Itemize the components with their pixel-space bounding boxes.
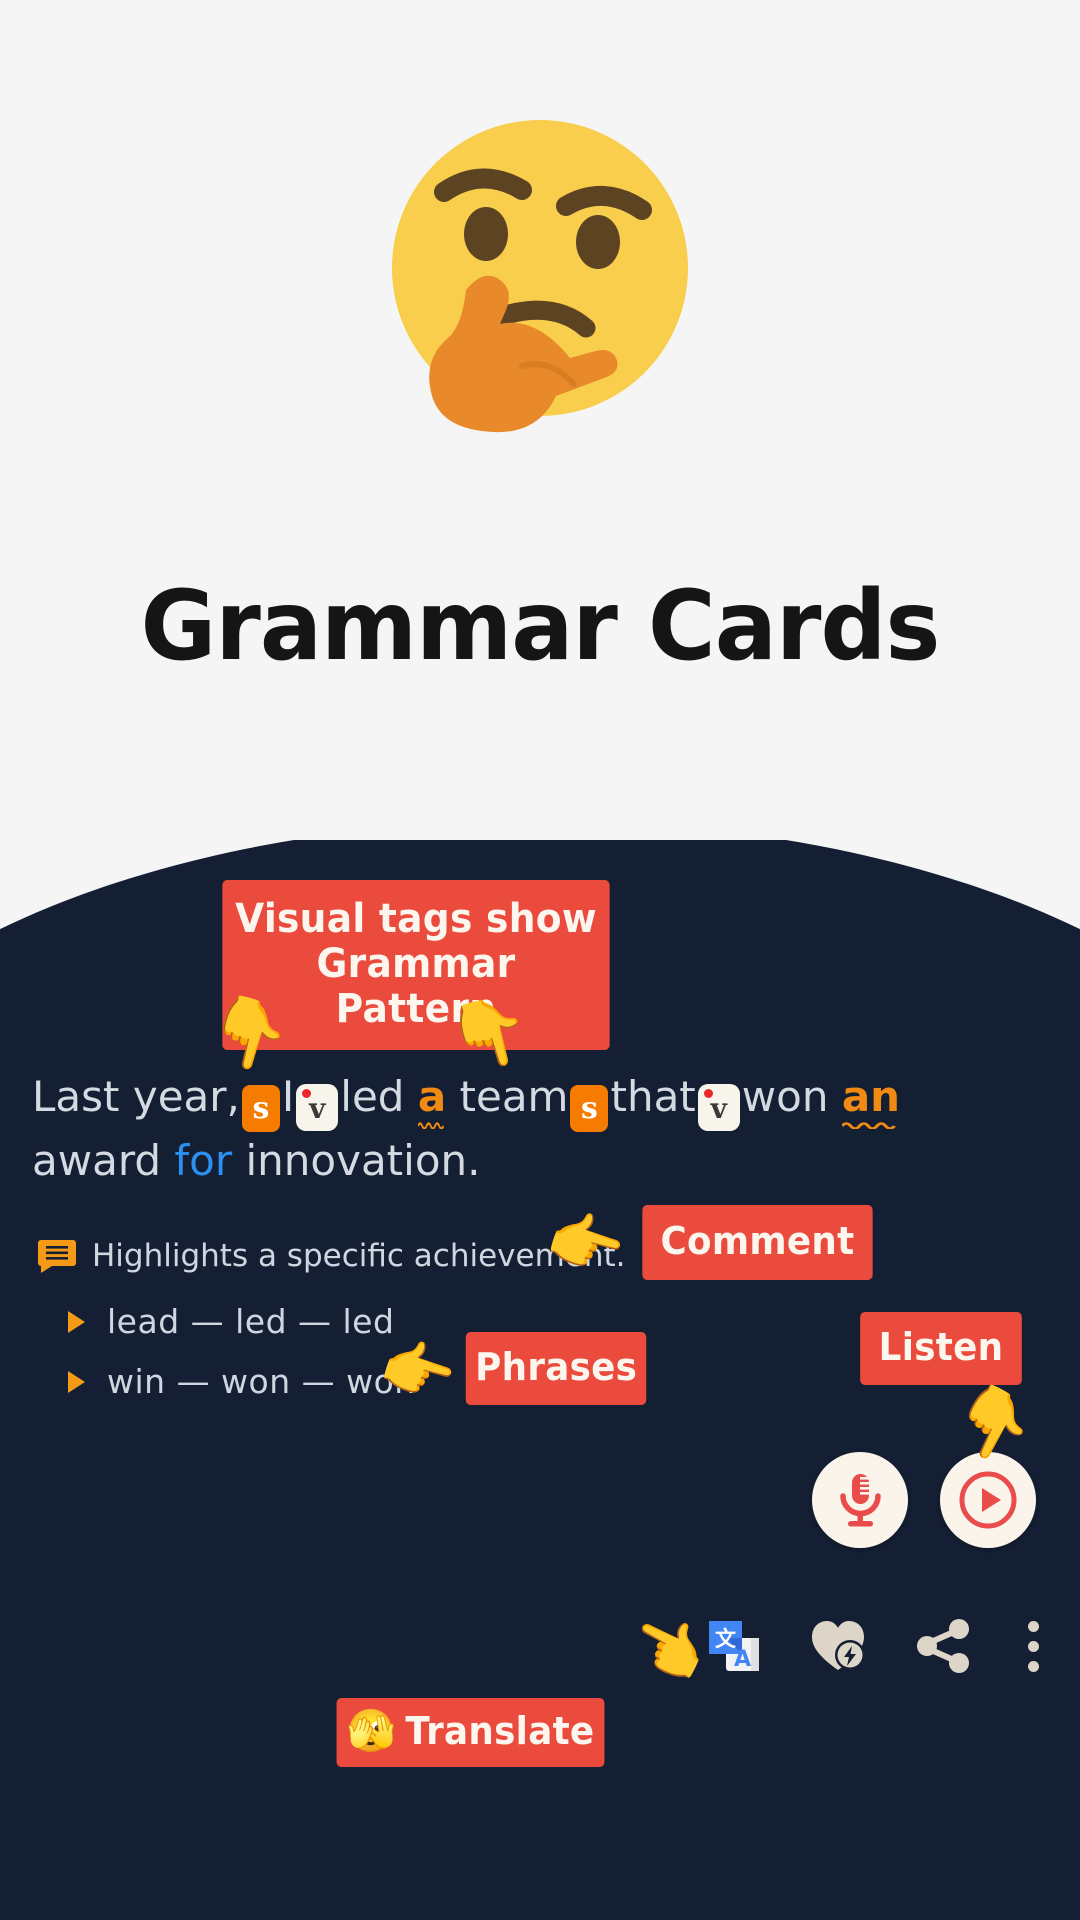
example-sentence: Last year, s Iv led a team s that v won an awar…	[32, 1068, 1042, 1190]
menu-dot	[1028, 1660, 1039, 1672]
menu-dot	[1028, 1640, 1039, 1652]
sentence-word: award	[32, 1136, 162, 1185]
callout-translate[interactable]: 🫣 Translate	[336, 1698, 605, 1767]
record-button[interactable]	[812, 1452, 908, 1548]
heart-bolt-icon	[812, 1621, 865, 1670]
microphone-icon	[840, 1474, 881, 1527]
sentence-word: won	[741, 1072, 829, 1121]
tag-subject-2[interactable]: s	[570, 1085, 609, 1132]
phrase-text: lead — led — led	[107, 1302, 395, 1341]
preposition-for: for	[174, 1136, 233, 1185]
callout-listen[interactable]: Listen	[860, 1312, 1022, 1385]
comment-icon	[38, 1240, 76, 1273]
article-text: a	[417, 1072, 447, 1121]
article-text: an	[841, 1072, 901, 1121]
callout-comment[interactable]: Comment	[642, 1205, 873, 1280]
action-icon-row: 文 A	[706, 1618, 1047, 1674]
more-button[interactable]	[1020, 1620, 1047, 1672]
phrase-text: win — won — won	[107, 1362, 416, 1401]
phrase-row[interactable]: win — won — won	[68, 1362, 416, 1401]
play-circle-icon	[959, 1471, 1017, 1529]
pointer-hand-subject-2: 👇	[440, 987, 538, 1079]
page-title: Grammar Cards	[140, 570, 941, 682]
comment-row[interactable]: Highlights a specific achievement.	[38, 1238, 626, 1274]
tag-verb-2[interactable]: v	[697, 1084, 740, 1131]
bullet-triangle-icon	[68, 1310, 85, 1333]
sentence-word: Last year,	[32, 1072, 240, 1121]
play-button[interactable]	[940, 1452, 1036, 1548]
share-icon	[917, 1619, 969, 1673]
share-button[interactable]	[916, 1619, 972, 1673]
screen-root: Grammar Cards Visual tags show Grammar P…	[0, 0, 1080, 1920]
peeking-face-emoji: 🫣	[346, 1706, 397, 1756]
callout-translate-label: Translate	[405, 1709, 595, 1753]
sentence-word: I	[281, 1072, 295, 1121]
callout-phrases[interactable]: Phrases	[465, 1332, 647, 1405]
tag-verb-1[interactable]: v	[296, 1084, 339, 1131]
bullet-triangle-icon	[68, 1370, 85, 1393]
sentence-word: innovation.	[245, 1136, 481, 1185]
svg-text:A: A	[734, 1647, 751, 1672]
menu-dot	[1028, 1620, 1039, 1632]
sentence-word: team	[459, 1072, 569, 1121]
article-a: a	[417, 1076, 446, 1129]
phrase-row[interactable]: lead — led — led	[68, 1302, 394, 1341]
tag-subject-1[interactable]: s	[241, 1085, 280, 1132]
hero-section: Grammar Cards	[0, 0, 1080, 840]
article-an: an	[841, 1076, 900, 1129]
thinking-face-emoji	[392, 120, 688, 433]
favorite-button[interactable]	[810, 1619, 868, 1673]
sentence-word: led	[340, 1072, 405, 1121]
sentence-word: that	[610, 1072, 696, 1121]
